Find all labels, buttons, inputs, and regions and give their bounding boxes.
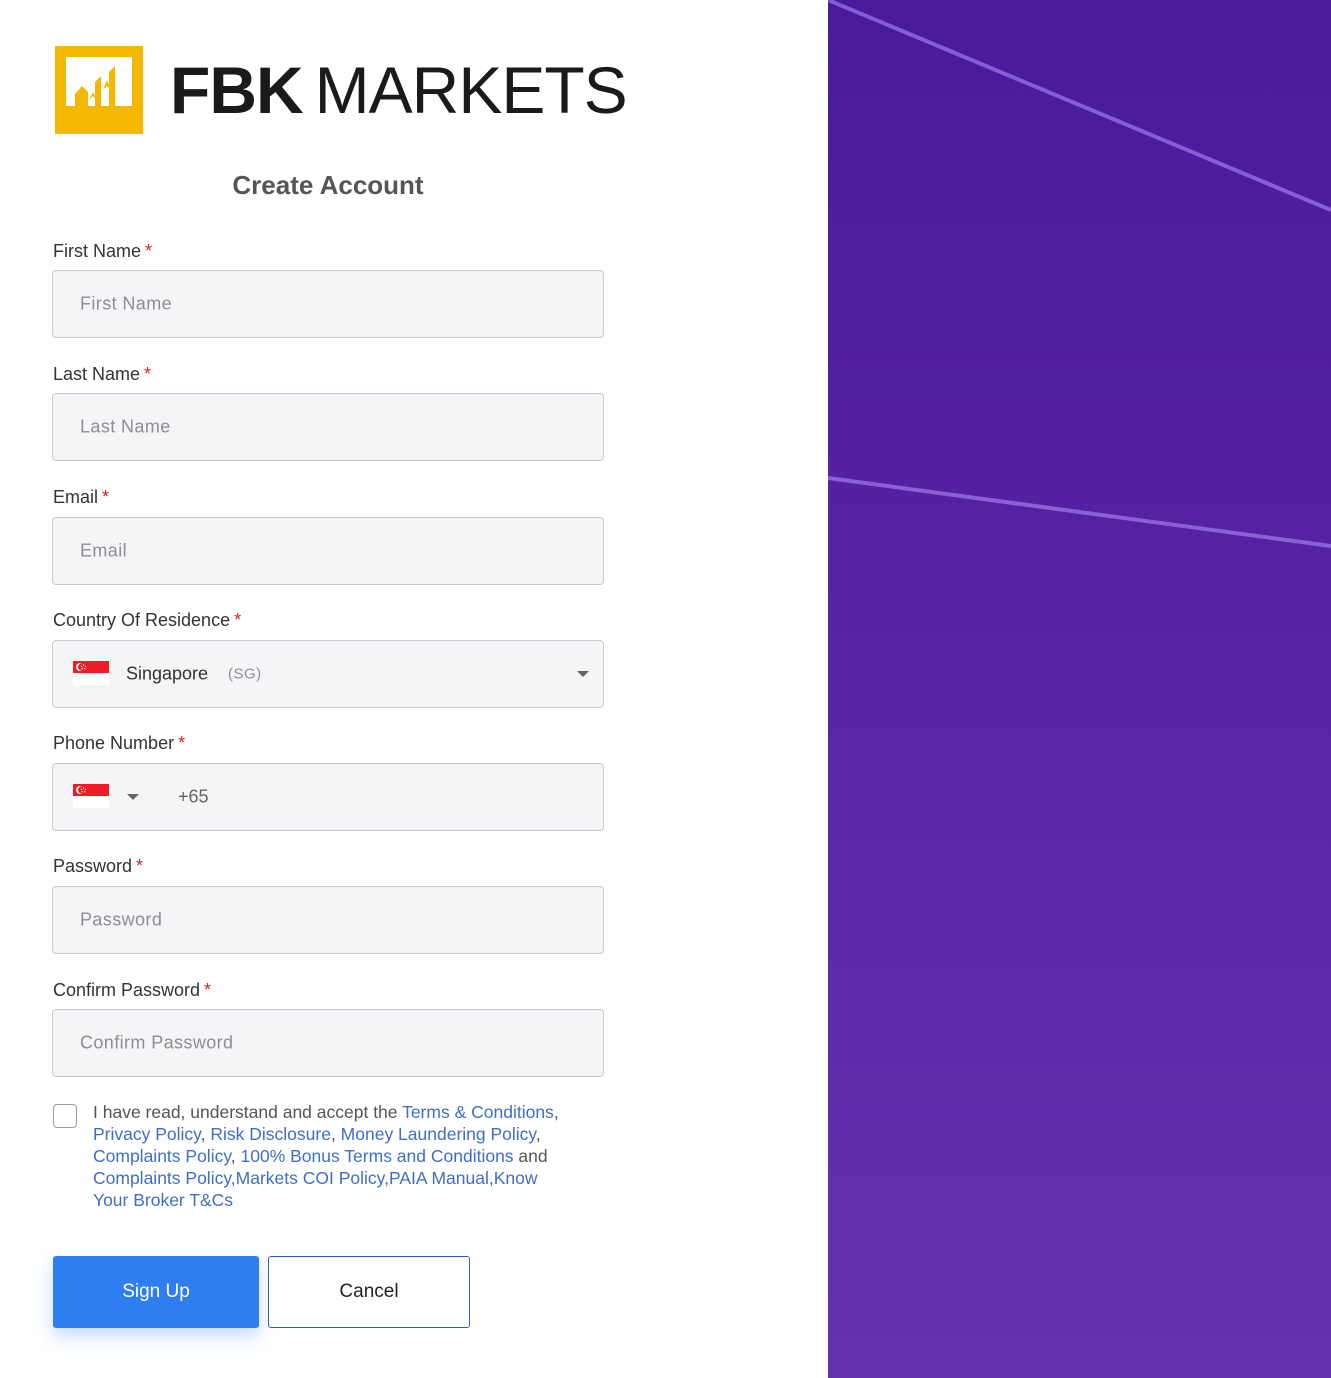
required-marker: * bbox=[178, 733, 186, 753]
paia-manual-link[interactable]: PAIA Manual bbox=[389, 1168, 489, 1188]
email-label-text: Email bbox=[53, 487, 99, 507]
country-label: Country Of Residence * bbox=[53, 609, 241, 631]
page-title: Create Account bbox=[232, 170, 424, 200]
password-label: Password * bbox=[53, 855, 143, 877]
sign-up-button[interactable]: Sign Up bbox=[53, 1256, 259, 1328]
first-name-input[interactable]: First Name bbox=[52, 270, 604, 338]
separator: , bbox=[535, 1124, 541, 1144]
email-label: Email * bbox=[53, 486, 109, 508]
password-input[interactable]: Password bbox=[52, 886, 604, 954]
decorative-lines bbox=[828, 0, 1331, 548]
brand-name-bold: FBK bbox=[170, 53, 304, 127]
phone-input[interactable]: +65 bbox=[52, 763, 604, 831]
required-marker: * bbox=[136, 856, 144, 876]
markets-coi-policy-link[interactable]: Markets COI Policy bbox=[236, 1168, 384, 1188]
singapore-flag-icon[interactable] bbox=[73, 784, 109, 808]
separator: and bbox=[513, 1146, 548, 1166]
phone-label-text: Phone Number bbox=[53, 733, 175, 753]
email-input[interactable]: Email bbox=[52, 517, 604, 585]
dial-code-chevron-down-icon[interactable] bbox=[127, 794, 139, 800]
last-name-label: Last Name * bbox=[53, 363, 151, 385]
brand-name-light: MARKETS bbox=[314, 53, 628, 127]
confirm-password-input[interactable]: Confirm Password bbox=[52, 1009, 604, 1077]
required-marker: * bbox=[234, 610, 242, 630]
decorative-background-panel bbox=[828, 0, 1331, 1378]
country-label-text: Country Of Residence bbox=[53, 610, 231, 630]
fbk-logo-icon bbox=[55, 46, 143, 134]
chevron-down-icon[interactable] bbox=[577, 671, 589, 677]
country-selected-code: (SG) bbox=[228, 665, 262, 683]
required-marker: * bbox=[102, 487, 110, 507]
terms-conditions-link[interactable]: Terms & Conditions bbox=[402, 1102, 554, 1122]
required-marker: * bbox=[145, 241, 153, 261]
first-name-placeholder: First Name bbox=[80, 293, 173, 314]
first-name-label: First Name * bbox=[53, 240, 152, 262]
dial-code: +65 bbox=[178, 786, 209, 807]
risk-disclosure-link[interactable]: Risk Disclosure bbox=[210, 1124, 331, 1144]
cancel-button[interactable]: Cancel bbox=[268, 1256, 470, 1328]
agreement-text: I have read, understand and accept the T… bbox=[93, 1101, 573, 1211]
separator: , bbox=[230, 1146, 241, 1166]
country-select[interactable]: Singapore (SG) bbox=[52, 640, 604, 708]
singapore-flag-icon bbox=[73, 661, 109, 685]
brand-logo: FBK MARKETS bbox=[55, 44, 628, 136]
required-marker: * bbox=[144, 364, 152, 384]
last-name-label-text: Last Name bbox=[53, 364, 141, 384]
complaints-policy-link-2[interactable]: Complaints Policy bbox=[93, 1168, 231, 1188]
agree-terms-checkbox[interactable] bbox=[53, 1104, 77, 1128]
confirm-password-label-text: Confirm Password bbox=[53, 980, 201, 1000]
required-marker: * bbox=[204, 980, 212, 1000]
country-selected-name: Singapore bbox=[126, 663, 209, 684]
money-laundering-policy-link[interactable]: Money Laundering Policy bbox=[341, 1124, 536, 1144]
form-panel: FBK MARKETS Create Account First Name * Fi… bbox=[0, 0, 828, 1378]
last-name-input[interactable]: Last Name bbox=[52, 393, 604, 461]
agreement-intro: I have read, understand and accept the bbox=[93, 1102, 403, 1122]
email-placeholder: Email bbox=[80, 540, 128, 561]
separator: , bbox=[200, 1124, 211, 1144]
first-name-label-text: First Name bbox=[53, 241, 142, 261]
password-label-text: Password bbox=[53, 856, 133, 876]
last-name-placeholder: Last Name bbox=[80, 416, 171, 437]
bonus-terms-link[interactable]: 100% Bonus Terms and Conditions bbox=[241, 1146, 514, 1166]
separator: , bbox=[553, 1102, 559, 1122]
confirm-password-label: Confirm Password * bbox=[53, 979, 211, 1001]
brand-name: FBK MARKETS bbox=[170, 52, 628, 128]
privacy-policy-link[interactable]: Privacy Policy bbox=[93, 1124, 201, 1144]
phone-label: Phone Number * bbox=[53, 732, 185, 754]
confirm-password-placeholder: Confirm Password bbox=[80, 1032, 234, 1053]
complaints-policy-link[interactable]: Complaints Policy bbox=[93, 1146, 231, 1166]
separator: , bbox=[330, 1124, 341, 1144]
password-placeholder: Password bbox=[80, 909, 163, 930]
